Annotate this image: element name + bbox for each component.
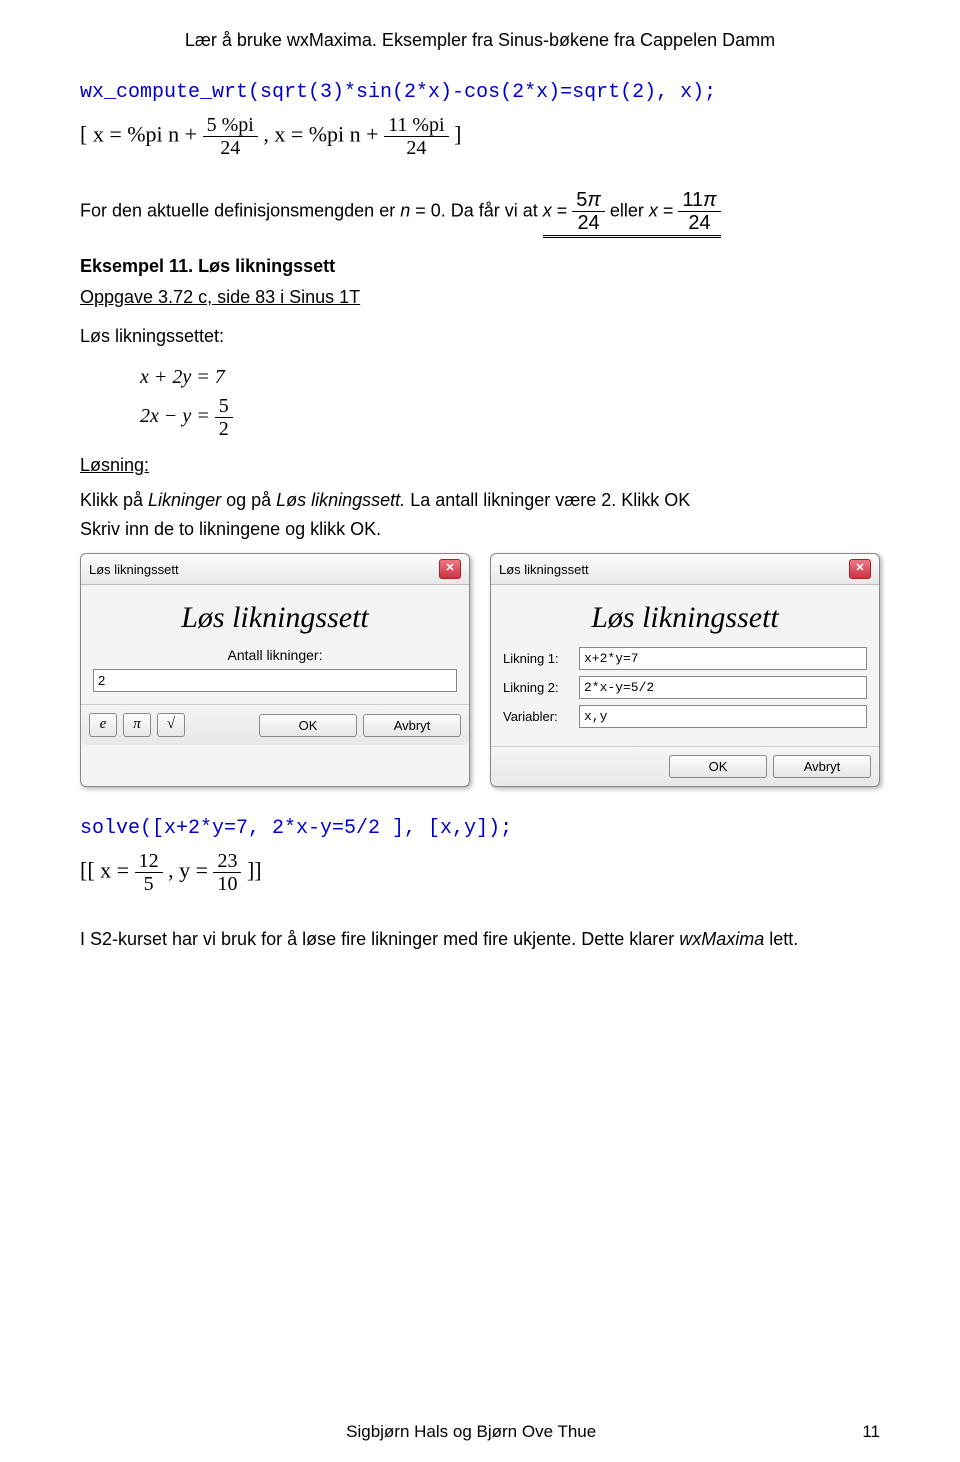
eq2-label: Likning 2: — [503, 680, 573, 695]
closing-b: wxMaxima — [679, 929, 764, 949]
i1e: La antall likninger være 2. Klikk OK — [405, 490, 690, 510]
equation-block: x + 2y = 7 2x − y = 5 2 — [140, 366, 880, 440]
res-frac1: 5π24 — [572, 189, 605, 234]
task-ref: Oppgave 3.72 c, side 83 i Sinus 1T — [80, 287, 880, 308]
i1d: Løs likningssett. — [276, 490, 405, 510]
eq2: 2x − y = 5 2 — [140, 395, 880, 440]
closing-a: I S2-kurset har vi bruk for å løse fire … — [80, 929, 679, 949]
page-number: 11 — [862, 1422, 880, 1442]
out2-close: ]] — [247, 858, 262, 883]
instructions: Klikk på Likninger og på Løs likningsset… — [80, 486, 880, 544]
out1-frac1-den: 24 — [203, 137, 258, 159]
out2-frac1: 12 5 — [135, 850, 163, 895]
out2-n1: 12 — [135, 850, 163, 873]
const-e-button[interactable]: e — [89, 713, 117, 737]
out1-mid: , x = %pi n + — [263, 122, 378, 147]
dialog-equations-title: Løs likningssett — [499, 562, 589, 577]
count-input[interactable] — [93, 669, 457, 692]
dialog-count-heading: Løs likningssett — [93, 601, 457, 635]
i2: Skriv inn de to likningene og klikk OK. — [80, 519, 381, 539]
dialog-equations-heading: Løs likningssett — [503, 601, 867, 635]
maxima-input-2: solve([x+2*y=7, 2*x-y=5/2 ], [x,y]); — [80, 817, 880, 840]
close-icon[interactable]: ✕ — [439, 559, 461, 579]
out1-frac2: 11 %pi 24 — [384, 114, 448, 159]
p1eq2: = — [658, 200, 679, 220]
solution-heading: Løsning: — [80, 455, 880, 476]
p1n: n — [400, 200, 410, 220]
dialog-count-titlebar: Løs likningssett ✕ — [81, 554, 469, 585]
paragraph-1: For den aktuelle definisjonsmengden er n… — [80, 189, 880, 238]
out2-open: [[ x = — [80, 858, 129, 883]
rf2n11: 11 — [682, 189, 703, 211]
eq2num: 5 — [215, 395, 233, 418]
out1-left: [ x = %pi n + — [80, 122, 197, 147]
section-title: Eksempel 11. Løs likningssett — [80, 256, 880, 277]
dialog-equations: Løs likningssett ✕ Løs likningssett Likn… — [490, 553, 880, 787]
close-icon[interactable]: ✕ — [849, 559, 871, 579]
eq2a: 2x − y = — [140, 405, 215, 427]
closing-paragraph: I S2-kurset har vi bruk for å løse fire … — [80, 925, 880, 954]
eq1-input[interactable] — [579, 647, 867, 670]
out2-d1: 5 — [135, 873, 163, 895]
sqrt-button[interactable]: √ — [157, 713, 185, 737]
rf2n: 11π — [678, 189, 720, 212]
maxima-output-2: [[ x = 12 5 , y = 23 10 ]] — [80, 850, 880, 895]
rf1d: 24 — [572, 212, 605, 234]
out1-frac1-num: 5 %pi — [203, 114, 258, 137]
rf1n: 5π — [572, 189, 605, 212]
eller: eller — [605, 200, 649, 220]
ok-button[interactable]: OK — [669, 755, 767, 778]
maxima-output-1: [ x = %pi n + 5 %pi 24 , x = %pi n + 11 … — [80, 114, 880, 159]
rf2pi: π — [703, 189, 716, 211]
eq2den: 2 — [215, 418, 233, 440]
p1x1: x — [543, 200, 552, 220]
task-prompt: Løs likningssettet: — [80, 322, 880, 351]
footer-authors: Sigbjørn Hals og Bjørn Ove Thue — [346, 1422, 596, 1442]
result-box: x = 5π24 eller x = 11π24 — [543, 189, 721, 238]
out1-frac2-den: 24 — [384, 137, 448, 159]
out1-right: ] — [454, 122, 461, 147]
out2-n2: 23 — [213, 850, 241, 873]
eq2-input[interactable] — [579, 676, 867, 699]
vars-label: Variabler: — [503, 709, 573, 724]
out1-frac2-num: 11 %pi — [384, 114, 448, 137]
p1x2: x — [649, 200, 658, 220]
eq1-label: Likning 1: — [503, 651, 573, 666]
i1a: Klikk på — [80, 490, 148, 510]
page-header: Lær å bruke wxMaxima. Eksempler fra Sinu… — [80, 30, 880, 51]
closing-c: lett. — [764, 929, 798, 949]
out2-d2: 10 — [213, 873, 241, 895]
maxima-input-1: wx_compute_wrt(sqrt(3)*sin(2*x)-cos(2*x)… — [80, 81, 880, 104]
i1c: og på — [221, 490, 276, 510]
rf1pi: π — [587, 189, 600, 211]
out2-mid: , y = — [168, 858, 208, 883]
dialog-equations-titlebar: Løs likningssett ✕ — [491, 554, 879, 585]
p1a: For den aktuelle definisjonsmengden er — [80, 200, 400, 220]
i1b: Likninger — [148, 490, 221, 510]
dialog-count-title: Løs likningssett — [89, 562, 179, 577]
dialog-count-label: Antall likninger: — [93, 647, 457, 663]
res-frac2: 11π24 — [678, 189, 720, 234]
p1b: = 0. Da får vi at — [410, 200, 543, 220]
cancel-button[interactable]: Avbryt — [773, 755, 871, 778]
eq1: x + 2y = 7 — [140, 366, 880, 389]
out2-frac2: 23 10 — [213, 850, 241, 895]
p1eq1: = — [552, 200, 573, 220]
dialog-count: Løs likningssett ✕ Løs likningssett Anta… — [80, 553, 470, 787]
eq2-frac: 5 2 — [215, 395, 233, 440]
ok-button[interactable]: OK — [259, 714, 357, 737]
out1-frac1: 5 %pi 24 — [203, 114, 258, 159]
cancel-button[interactable]: Avbryt — [363, 714, 461, 737]
rf1n5: 5 — [576, 189, 587, 211]
vars-input[interactable] — [579, 705, 867, 728]
rf2d: 24 — [678, 212, 720, 234]
const-pi-button[interactable]: π — [123, 713, 151, 737]
